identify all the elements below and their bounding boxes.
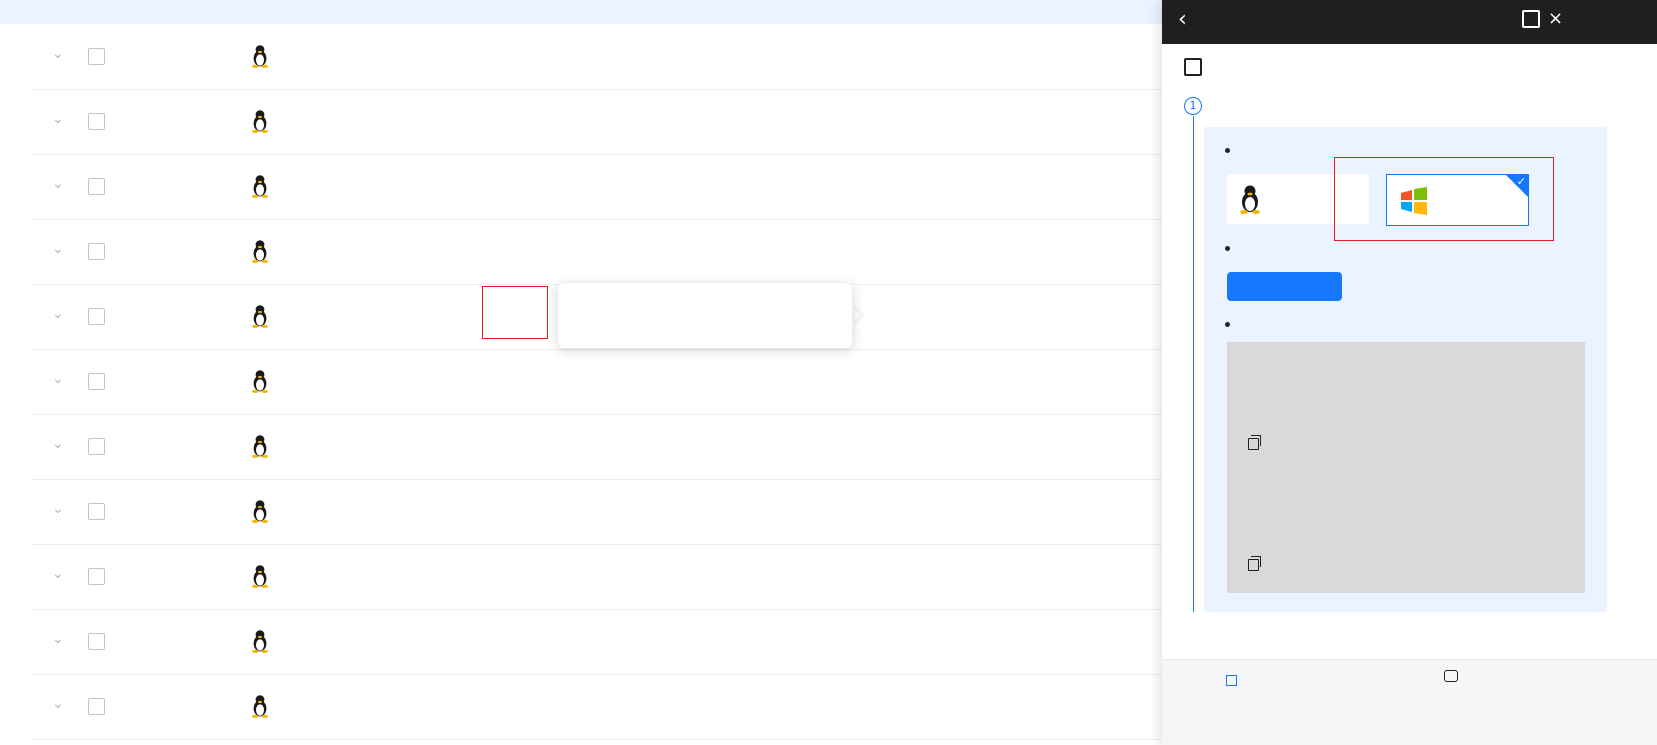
single-install-button[interactable] <box>1227 272 1342 301</box>
table-row: ⌄ → ⏻ <box>32 674 1225 740</box>
chevron-down-icon[interactable]: ⌄ <box>52 306 64 322</box>
copy-icon[interactable] <box>1248 556 1261 571</box>
linux-icon <box>250 109 272 133</box>
row-checkbox[interactable] <box>88 178 105 195</box>
chevron-down-icon[interactable]: ⌄ <box>52 111 64 127</box>
power-icon: ⏻ <box>474 503 483 516</box>
table-row: ⌄ → ⏻ <box>32 349 1225 415</box>
help-center-link[interactable] <box>1220 674 1237 689</box>
edit-doc-icon <box>1184 58 1202 76</box>
chevron-down-icon[interactable]: ⌄ <box>52 176 64 192</box>
linux-icon <box>250 499 272 523</box>
linux-icon <box>250 239 272 263</box>
smart-service-button[interactable] <box>1444 670 1464 685</box>
section-title <box>1184 58 1208 79</box>
power-icon: ⏻ <box>474 698 483 711</box>
table-row: ⌄ → ⏻ <box>32 219 1225 285</box>
chevron-down-icon[interactable]: ⌄ <box>52 631 64 647</box>
notice-banner <box>0 0 1225 24</box>
running-arrow-icon: → <box>390 308 401 321</box>
highlight-box-agent-status <box>482 286 548 339</box>
power-icon: ⏻ <box>474 633 483 646</box>
row-checkbox[interactable] <box>88 633 105 650</box>
running-arrow-icon: → <box>390 568 401 581</box>
chevron-down-icon[interactable]: ⌄ <box>52 566 64 582</box>
step-line <box>1193 116 1194 612</box>
app-root: ⌄ → ⏻ ⌄ → ⏻ ⌄ → ⏻ ⌄ → ⏻ ⌄ → ⏻ ⌄ → ⏻ ⌄ → ⏻ ⌄ → ⏻ ⌄ → ⏻ ⌄ → ⏻ ⌄ → ⏻ ‹ × 1 <box>0 0 1657 745</box>
linux-icon <box>250 174 272 198</box>
row-checkbox[interactable] <box>88 698 105 715</box>
running-arrow-icon: → <box>390 373 401 386</box>
table-row: ⌄ → ⏻ <box>32 89 1225 155</box>
table-row: ⌄ → ⏻ <box>32 544 1225 610</box>
row-checkbox[interactable] <box>88 243 105 260</box>
power-icon: ⏻ <box>474 438 483 451</box>
linux-icon <box>250 434 272 458</box>
guide-panel: ‹ × 1 ✓ <box>1162 0 1657 745</box>
back-icon[interactable]: ‹ <box>1178 8 1187 32</box>
running-arrow-icon: → <box>390 438 401 451</box>
linux-icon <box>250 369 272 393</box>
chevron-down-icon[interactable]: ⌄ <box>52 371 64 387</box>
linux-icon <box>250 629 272 653</box>
power-icon: ⏻ <box>474 178 483 191</box>
row-checkbox[interactable] <box>88 48 105 65</box>
chevron-down-icon[interactable]: ⌄ <box>52 501 64 517</box>
highlight-box-windows <box>1334 157 1554 241</box>
bullet-method <box>1225 240 1238 258</box>
expand-icon[interactable] <box>1522 10 1540 28</box>
row-checkbox[interactable] <box>88 568 105 585</box>
linux-icon <box>250 304 272 328</box>
table-row: ⌄ → ⏻ <box>32 414 1225 480</box>
panel-header: ‹ × <box>1162 0 1657 44</box>
bullet-os <box>1225 142 1238 160</box>
command-line2-row <box>1240 556 1261 575</box>
chevron-down-icon[interactable]: ⌄ <box>52 436 64 452</box>
linux-icon <box>250 44 272 68</box>
row-checkbox[interactable] <box>88 438 105 455</box>
chat-bot-icon <box>1444 670 1458 682</box>
power-icon: ⏻ <box>474 243 483 256</box>
row-checkbox[interactable] <box>88 308 105 325</box>
running-arrow-icon: → <box>390 178 401 191</box>
chevron-down-icon[interactable]: ⌄ <box>52 241 64 257</box>
chevron-down-icon[interactable]: ⌄ <box>52 46 64 62</box>
copy-icon[interactable] <box>1248 435 1261 450</box>
power-icon: ⏻ <box>474 373 483 386</box>
running-arrow-icon: → <box>390 243 401 256</box>
table-row: ⌄ → ⏻ <box>32 609 1225 675</box>
power-icon: ⏻ <box>474 113 483 126</box>
close-icon[interactable]: × <box>1548 8 1563 29</box>
panel-footer <box>1162 659 1657 745</box>
agent-tooltip <box>558 283 852 348</box>
row-checkbox[interactable] <box>88 113 105 130</box>
running-arrow-icon: → <box>390 113 401 126</box>
linux-icon <box>250 564 272 588</box>
chevron-down-icon[interactable]: ⌄ <box>52 696 64 712</box>
bullet-usage <box>1225 316 1238 334</box>
row-checkbox[interactable] <box>88 373 105 390</box>
download-url-line2-row <box>1240 435 1261 454</box>
linux-icon <box>250 694 272 718</box>
table-row: ⌄ → ⏻ <box>32 24 1225 90</box>
power-icon: ⏻ <box>474 568 483 581</box>
running-arrow-icon: → <box>390 503 401 516</box>
step-number: 1 <box>1184 97 1202 115</box>
linux-icon <box>1240 185 1260 214</box>
running-arrow-icon: → <box>390 698 401 711</box>
row-checkbox[interactable] <box>88 503 105 520</box>
ecs-table: ⌄ → ⏻ ⌄ → ⏻ ⌄ → ⏻ ⌄ → ⏻ ⌄ → ⏻ ⌄ → ⏻ ⌄ → ⏻ ⌄ → ⏻ ⌄ → ⏻ ⌄ → ⏻ ⌄ → ⏻ <box>0 24 1225 745</box>
running-arrow-icon: → <box>390 48 401 61</box>
table-row: ⌄ → ⏻ <box>32 479 1225 545</box>
table-row: ⌄ → ⏻ <box>32 154 1225 220</box>
external-link-icon <box>1226 675 1237 686</box>
running-arrow-icon: → <box>390 633 401 646</box>
power-icon: ⏻ <box>474 48 483 61</box>
command-box <box>1227 342 1585 593</box>
